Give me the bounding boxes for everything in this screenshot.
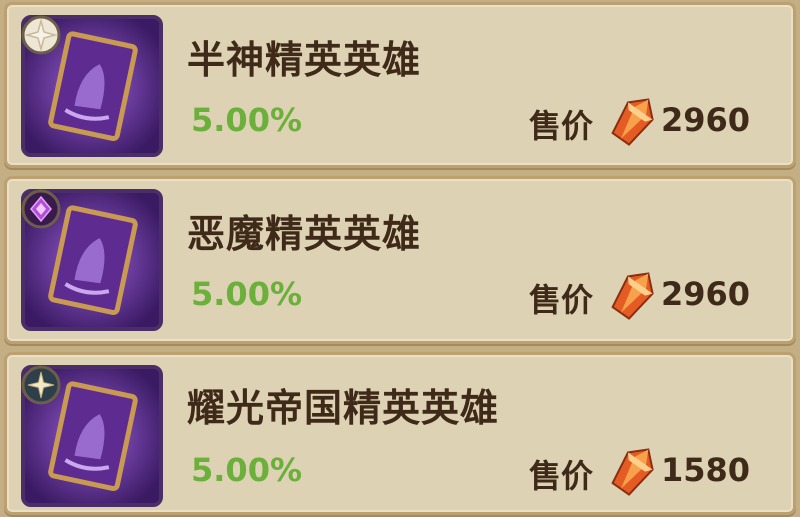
hero-shop-list: 半神精英英雄 5.00% 售价 2960 恶魔精英英雄 5.00% 售价 296… <box>0 0 800 517</box>
price-label: 售价 <box>529 107 594 145</box>
shop-item-row[interactable]: 恶魔精英英雄 5.00% 售价 2960 <box>4 176 796 344</box>
demigod-faction-icon <box>21 15 61 55</box>
drop-rate: 5.00% <box>191 451 303 489</box>
hero-name: 恶魔精英英雄 <box>187 212 422 256</box>
crystal-currency-icon <box>611 272 654 320</box>
drop-rate: 5.00% <box>191 275 303 313</box>
hero-name: 耀光帝国精英英雄 <box>187 386 500 430</box>
radiant-empire-faction-icon <box>21 365 61 405</box>
price-label: 售价 <box>529 281 594 319</box>
price-label: 售价 <box>529 457 594 495</box>
crystal-currency-icon <box>611 448 654 496</box>
demon-faction-icon <box>21 189 61 229</box>
hero-name: 半神精英英雄 <box>187 38 422 82</box>
crystal-currency-icon <box>611 98 654 146</box>
shop-item-row[interactable]: 耀光帝国精英英雄 5.00% 售价 1580 <box>4 352 796 515</box>
price-value: 1580 <box>661 451 751 489</box>
price-value: 2960 <box>661 101 751 139</box>
shop-item-row[interactable]: 半神精英英雄 5.00% 售价 2960 <box>4 2 796 168</box>
price-value: 2960 <box>661 275 751 313</box>
drop-rate: 5.00% <box>191 101 303 139</box>
